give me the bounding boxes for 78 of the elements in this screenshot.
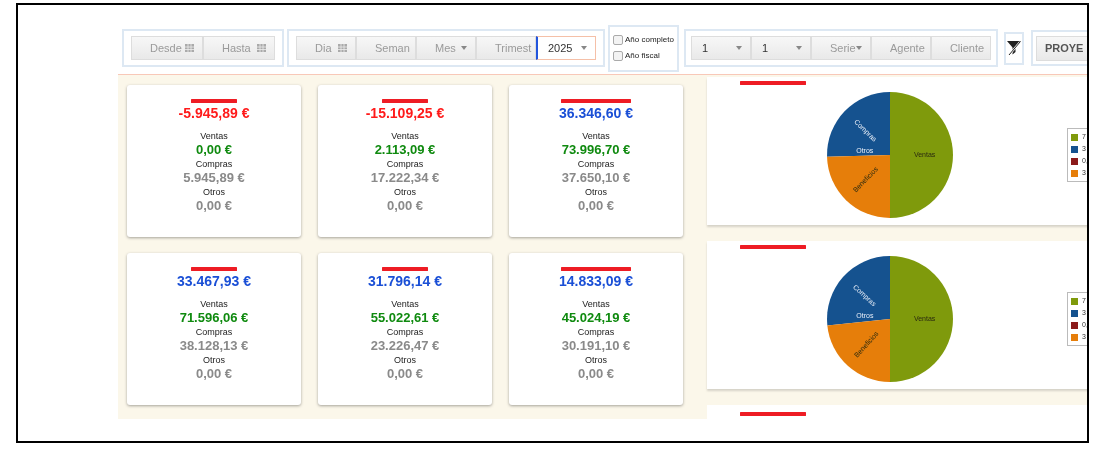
redaction-mark xyxy=(191,266,237,272)
select-field[interactable]: 2025 xyxy=(536,36,596,60)
metric-label: Ventas xyxy=(391,130,419,142)
checkbox-label: Año completo xyxy=(625,34,674,46)
redaction-mark xyxy=(740,80,806,86)
metric-label: Compras xyxy=(195,158,233,170)
result-amount: -5.945,89 € xyxy=(178,104,250,122)
metric-value: 0,00 € xyxy=(386,198,424,214)
clear-filter-button[interactable] xyxy=(1003,31,1024,65)
metric-label: Otros xyxy=(394,354,416,366)
metric-value: 45.024,19 € xyxy=(561,310,631,326)
select-field[interactable]: Seman xyxy=(356,36,416,60)
metric-label: Compras xyxy=(577,158,615,170)
metric-value: 23.226,47 € xyxy=(370,338,440,354)
checkbox[interactable] xyxy=(613,51,623,61)
metric-value: 0,00 € xyxy=(577,366,615,382)
caret-icon xyxy=(735,46,742,50)
metric-label: Compras xyxy=(386,326,424,338)
metric-label: Compras xyxy=(195,326,233,338)
project-button[interactable]: PROYE xyxy=(1035,35,1087,61)
result-amount: 14.833,09 € xyxy=(559,272,633,290)
metric-label: Otros xyxy=(585,186,607,198)
redaction-mark xyxy=(191,98,237,104)
result-amount: 31.796,14 € xyxy=(368,272,442,290)
date-field[interactable]: Hasta xyxy=(203,36,275,60)
metric-value: 0,00 € xyxy=(195,366,233,382)
checkbox[interactable] xyxy=(613,35,623,45)
select-field[interactable]: 1 xyxy=(750,36,811,60)
metric-label: Otros xyxy=(585,354,607,366)
date-field[interactable]: Dia xyxy=(296,36,356,60)
select-field[interactable]: 1 xyxy=(690,36,751,60)
metric-value: 5.945,89 € xyxy=(183,170,245,186)
metric-label: Otros xyxy=(203,186,225,198)
metric-value: 38.128,13 € xyxy=(179,338,249,354)
metric-value: 0,00 € xyxy=(195,142,233,158)
calendar-icon xyxy=(185,44,194,52)
date-field[interactable]: Desde xyxy=(131,36,203,60)
metric-value: 55.022,61 € xyxy=(370,310,440,326)
funnel-slash-icon xyxy=(1005,40,1022,56)
caret-icon xyxy=(855,46,862,50)
metric-label: Otros xyxy=(394,186,416,198)
redaction-mark xyxy=(561,98,631,104)
metric-label: Ventas xyxy=(582,298,610,310)
select-field[interactable]: Agente xyxy=(870,36,931,60)
redaction-mark xyxy=(740,244,806,250)
calendar-icon xyxy=(338,44,347,52)
metric-label: Ventas xyxy=(391,298,419,310)
metric-label: Ventas xyxy=(200,298,228,310)
calendar-icon xyxy=(257,44,266,52)
metric-label: Otros xyxy=(203,354,225,366)
metric-label: Compras xyxy=(577,326,615,338)
metric-label: Ventas xyxy=(200,130,228,142)
redaction-mark xyxy=(382,98,428,104)
metric-value: 30.191,10 € xyxy=(561,338,631,354)
select-field[interactable]: Cliente xyxy=(930,36,991,60)
metric-value: 0,00 € xyxy=(386,366,424,382)
metric-value: 17.222,34 € xyxy=(370,170,440,186)
metric-value: 37.650,10 € xyxy=(561,170,631,186)
caret-icon xyxy=(581,46,587,50)
select-field[interactable]: Trimest xyxy=(476,36,536,60)
metric-value: 2.113,09 € xyxy=(374,142,436,158)
metric-label: Compras xyxy=(386,158,424,170)
metric-value: 0,00 € xyxy=(577,198,615,214)
redaction-mark xyxy=(561,266,631,272)
metric-value: 73.996,70 € xyxy=(561,142,631,158)
caret-icon xyxy=(461,46,467,50)
checkbox-label: Año fiscal xyxy=(625,50,660,62)
redaction-mark xyxy=(740,411,806,417)
caret-icon xyxy=(795,46,802,50)
metric-value: 71.596,06 € xyxy=(179,310,249,326)
metric-label: Ventas xyxy=(582,130,610,142)
select-field[interactable]: Serie xyxy=(810,36,871,60)
redaction-mark xyxy=(382,266,428,272)
result-amount: 36.346,60 € xyxy=(559,104,633,122)
result-amount: 33.467,93 € xyxy=(177,272,251,290)
select-field[interactable]: Mes xyxy=(416,36,476,60)
metric-value: 0,00 € xyxy=(195,198,233,214)
result-amount: -15.109,25 € xyxy=(365,104,445,122)
